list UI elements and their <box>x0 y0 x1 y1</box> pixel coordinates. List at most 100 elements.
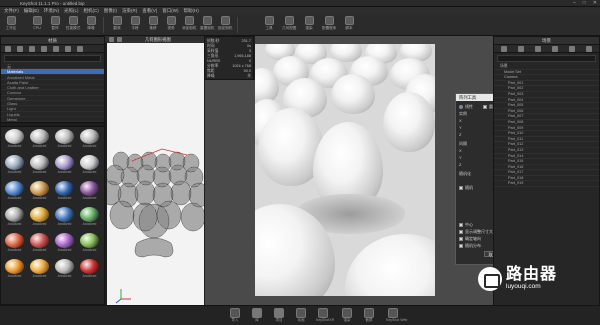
center-checkbox[interactable] <box>459 222 463 227</box>
toolbar-separator <box>103 17 104 33</box>
textures-tab-icon[interactable] <box>29 46 35 52</box>
material-thumbnail[interactable]: Anodized <box>4 259 25 282</box>
xr-icon <box>318 308 328 318</box>
library-search-input[interactable] <box>4 55 101 62</box>
favorites-tab-icon[interactable] <box>65 46 71 52</box>
material-thumbnail[interactable]: Anodized <box>29 181 50 204</box>
toolbar-performance[interactable]: 性能模式 <box>66 16 80 31</box>
toolbar-fov[interactable]: 视角 <box>164 16 178 31</box>
menu-edit[interactable]: 编辑(E) <box>24 8 39 14</box>
project-button[interactable]: 项目 <box>272 308 286 323</box>
material-thumbnail[interactable]: Anodized <box>79 155 100 178</box>
toolbar-configurator[interactable]: 配置程序 <box>322 16 336 31</box>
material-thumbnail[interactable]: Anodized <box>29 259 50 282</box>
viewport-background-left <box>205 80 255 305</box>
image-tab-icon[interactable] <box>586 46 593 52</box>
material-thumbnail[interactable]: Anodized <box>79 259 100 282</box>
axis-y-label: Y <box>459 125 462 130</box>
material-thumbnail[interactable]: Anodized <box>79 181 100 204</box>
toolbar-denoise[interactable]: 降噪 <box>84 16 98 31</box>
linear-radio[interactable] <box>459 104 463 109</box>
toolbar-render[interactable]: 渲染 <box>302 16 316 31</box>
material-tab-icon[interactable] <box>517 46 524 52</box>
scene-tab-icon[interactable] <box>500 46 507 52</box>
toolbar-dolly[interactable]: 推移 <box>146 16 160 31</box>
axis-x-label: X <box>459 118 462 123</box>
select-icon[interactable] <box>117 37 122 42</box>
axis-label: 确定轴向 <box>465 235 481 241</box>
keyshotxr-button[interactable]: KeyShotXR <box>316 308 334 322</box>
models-tab-icon[interactable] <box>77 46 83 52</box>
toolbar-pause[interactable]: 暂停 <box>48 16 62 31</box>
menu-render[interactable]: 渲染(R) <box>122 8 137 14</box>
circular-radio[interactable] <box>483 104 487 109</box>
backplates-tab-icon[interactable] <box>53 46 59 52</box>
close-button[interactable]: ✕ <box>593 0 597 6</box>
menu-camera[interactable]: 相机(C) <box>84 8 99 14</box>
lighting-tab-icon[interactable] <box>569 46 576 52</box>
reset-camera-icon <box>202 16 212 25</box>
material-thumbnail[interactable]: Anodized <box>79 207 100 230</box>
toolbar-tools[interactable]: 工具 <box>262 16 276 31</box>
environment-tab-icon[interactable] <box>552 46 559 52</box>
axis-z-label: Z <box>459 162 462 167</box>
material-thumbnail[interactable]: Anodized <box>54 233 75 256</box>
colors-tab-icon[interactable] <box>17 46 23 52</box>
geometry-view-icon <box>284 16 294 25</box>
keyshot-web-button[interactable]: KeyShot Web <box>386 308 407 322</box>
camera-tab-icon[interactable] <box>534 46 541 52</box>
scene-search-input[interactable] <box>497 55 596 62</box>
toolbar-script[interactable]: 脚本 <box>342 16 356 31</box>
menu-view[interactable]: 查看(V) <box>142 8 157 14</box>
material-thumbnail[interactable]: Anodized <box>4 233 25 256</box>
material-thumbnail[interactable]: Anodized <box>54 259 75 282</box>
material-thumbnail[interactable]: Anodized <box>4 129 25 152</box>
camera-icon[interactable] <box>109 37 114 42</box>
material-thumbnail[interactable]: Anodized <box>29 207 50 230</box>
toolbar-cpu[interactable]: CPU <box>30 16 44 30</box>
menu-environment[interactable]: 环境(N) <box>44 8 59 14</box>
scene-tree-item[interactable]: Part_019 <box>494 181 599 188</box>
toolbar-add-camera[interactable]: 添加相机 <box>182 16 196 31</box>
linear-label: 线性 <box>465 103 473 109</box>
menu-window[interactable]: 窗口(W) <box>162 8 178 14</box>
menu-help[interactable]: 帮助(H) <box>184 8 199 14</box>
toolbar-lock-camera[interactable]: 锁定相机 <box>218 16 232 31</box>
material-thumbnail[interactable]: Anodized <box>29 129 50 152</box>
random-checkbox[interactable] <box>459 185 463 190</box>
count-section-label: 实例 <box>459 110 467 116</box>
toolbar-workspace[interactable]: 工作区 <box>4 16 18 31</box>
material-thumbnail[interactable]: Anodized <box>54 129 75 152</box>
show-resize-checkbox[interactable] <box>459 229 463 234</box>
material-thumbnail[interactable]: Anodized <box>79 129 100 152</box>
random-distribution-checkbox[interactable] <box>459 243 463 248</box>
toolbar-geometry-view[interactable]: 几何视图 <box>282 16 296 31</box>
menu-lighting[interactable]: 光照(L) <box>64 8 79 14</box>
material-thumbnail[interactable]: Anodized <box>29 233 50 256</box>
geometry-viewport[interactable] <box>100 43 210 305</box>
screenshot-button[interactable]: 截屏 <box>362 308 376 323</box>
axis-checkbox[interactable] <box>459 236 463 241</box>
toolbar-reset-camera[interactable]: 重置相机 <box>200 16 214 31</box>
minimize-button[interactable]: – <box>573 0 576 6</box>
material-thumbnail[interactable]: Anodized <box>4 181 25 204</box>
environments-tab-icon[interactable] <box>41 46 47 52</box>
menu-file[interactable]: 文件(F) <box>4 8 19 14</box>
import-button[interactable]: 导入 <box>228 308 242 323</box>
material-thumbnail[interactable]: Anodized <box>54 155 75 178</box>
menu-image[interactable]: 图像(I) <box>104 8 117 14</box>
render-viewport[interactable] <box>255 44 435 296</box>
material-thumbnail[interactable]: Anodized <box>54 181 75 204</box>
material-thumbnail[interactable]: Anodized <box>54 207 75 230</box>
library-button[interactable]: 库 <box>250 308 264 323</box>
material-thumbnail[interactable]: Anodized <box>79 233 100 256</box>
render-button[interactable]: 渲染 <box>340 308 354 323</box>
materials-tab-icon[interactable] <box>5 46 11 52</box>
toolbar-pan[interactable]: 平移 <box>128 16 142 31</box>
animation-button[interactable]: 动画 <box>294 308 308 323</box>
maximize-button[interactable]: □ <box>583 0 586 6</box>
toolbar-tumble[interactable]: 翻滚 <box>110 16 124 31</box>
material-thumbnail[interactable]: Anodized <box>4 207 25 230</box>
material-thumbnail[interactable]: Anodized <box>4 155 25 178</box>
material-thumbnail[interactable]: Anodized <box>29 155 50 178</box>
